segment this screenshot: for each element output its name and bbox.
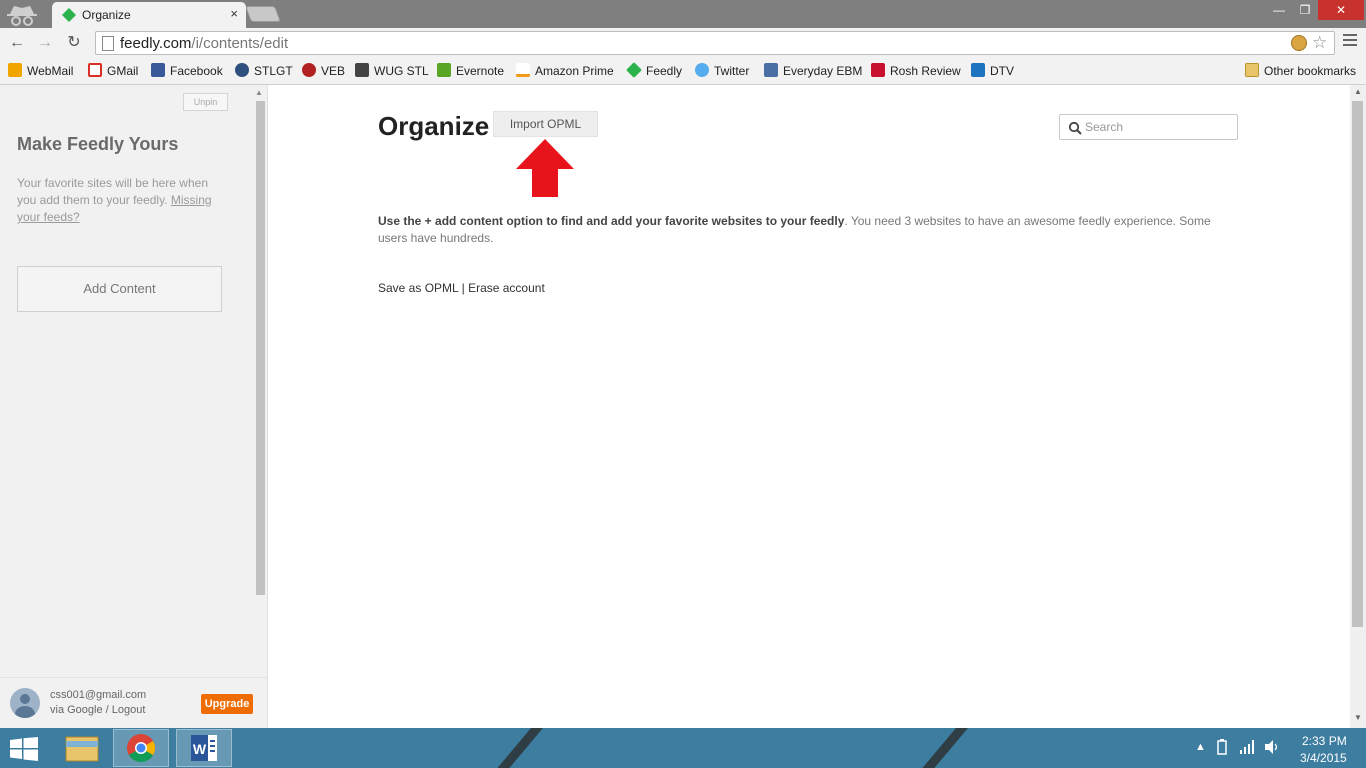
chrome-icon	[127, 734, 155, 762]
page-icon	[102, 36, 114, 51]
bookmark-star-icon[interactable]: ☆	[1312, 33, 1327, 53]
main-scrollbar[interactable]: ▲ ▼	[1350, 85, 1366, 728]
forward-arrow-icon[interactable]: →	[35, 33, 55, 53]
unpin-button[interactable]: Unpin	[183, 93, 228, 111]
dtv-icon	[971, 63, 985, 77]
volume-icon[interactable]	[1265, 740, 1281, 757]
evernote-icon	[437, 63, 451, 77]
twitter-icon	[695, 63, 709, 77]
sidebar-scroll-up-icon[interactable]: ▲	[255, 88, 263, 97]
tray-overflow-icon[interactable]: ▲	[1195, 741, 1206, 753]
search-box[interactable]	[1059, 114, 1238, 140]
url-text[interactable]: feedly.com/i/contents/edit	[120, 35, 288, 52]
maximize-button[interactable]: ❐	[1292, 0, 1318, 20]
sidebar-description: Your favorite sites will be here when yo…	[17, 175, 227, 226]
bookmark-everyday-ebm[interactable]: Everyday EBM	[764, 63, 862, 79]
upgrade-button[interactable]: Upgrade	[201, 694, 253, 714]
bookmark-stlgt[interactable]: STLGT	[235, 63, 293, 79]
extension-icon[interactable]	[1291, 35, 1307, 51]
feedly-favicon-icon	[62, 8, 76, 22]
info-message-bold: Use the + add content option to find and…	[378, 214, 845, 228]
stlgt-icon	[235, 63, 249, 77]
feedly-icon	[626, 62, 642, 78]
wallpaper-stripe	[905, 728, 977, 768]
chrome-taskbar-button[interactable]	[113, 729, 169, 767]
amazon-icon	[516, 63, 530, 77]
close-window-button[interactable]: ✕	[1318, 0, 1364, 20]
other-bookmarks[interactable]: Other bookmarks	[1245, 63, 1356, 79]
scroll-up-icon[interactable]: ▲	[1354, 87, 1362, 96]
reload-icon[interactable]: ↻	[64, 33, 84, 53]
windows-taskbar: W ▲ 2:33 PM 3/4/2015	[0, 728, 1366, 768]
tab-close-icon[interactable]: ×	[230, 6, 238, 21]
scroll-thumb[interactable]	[1352, 101, 1363, 627]
back-arrow-icon[interactable]: ←	[7, 33, 27, 53]
main-content: Organize Import OPML Use the + add conte…	[269, 85, 1350, 728]
new-tab-button[interactable]	[245, 6, 281, 22]
search-input[interactable]	[1085, 118, 1233, 136]
tab-organize[interactable]: Organize ×	[52, 2, 246, 28]
bookmark-webmail[interactable]: WebMail	[8, 63, 73, 79]
network-icon[interactable]	[1240, 740, 1256, 757]
account-footer: css001@gmail.com via Google / Logout Upg…	[0, 677, 268, 728]
veb-icon	[302, 63, 316, 77]
wallpaper-stripe	[480, 728, 552, 768]
browser-toolbar: ← → ↻ feedly.com/i/contents/edit ☆	[0, 28, 1366, 57]
chrome-menu-icon[interactable]	[1343, 34, 1357, 49]
erase-account-link[interactable]: Erase account	[468, 281, 545, 295]
avatar[interactable]	[10, 688, 40, 718]
address-bar[interactable]: feedly.com/i/contents/edit ☆	[95, 31, 1335, 55]
bookmark-dtv[interactable]: DTV	[971, 63, 1014, 79]
bookmark-rosh-review[interactable]: Rosh Review	[871, 63, 961, 79]
sidebar-scrollbar[interactable]	[256, 101, 265, 595]
clock-date[interactable]: 3/4/2015	[1300, 751, 1347, 765]
windows-start-icon[interactable]	[10, 737, 38, 761]
power-icon[interactable]	[1216, 739, 1230, 758]
url-host: feedly.com	[120, 35, 192, 52]
word-taskbar-button[interactable]: W	[176, 729, 232, 767]
browser-titlebar: Organize × — ❐ ✕	[0, 0, 1366, 28]
facebook-icon	[151, 63, 165, 77]
page-title: Organize	[378, 111, 490, 141]
tab-title: Organize	[82, 8, 131, 22]
account-actions: Save as OPML | Erase account	[378, 281, 545, 295]
incognito-icon	[7, 6, 37, 26]
bookmark-feedly[interactable]: Feedly	[626, 62, 682, 79]
clock-time[interactable]: 2:33 PM	[1302, 734, 1347, 748]
red-arrow-up-icon	[516, 139, 574, 197]
info-message: Use the + add content option to find and…	[378, 213, 1218, 247]
bookmark-twitter[interactable]: Twitter	[695, 63, 749, 79]
sidebar: Unpin ▲ Make Feedly Yours Your favorite …	[0, 85, 268, 728]
account-email: css001@gmail.com	[50, 689, 147, 701]
folder-icon	[1245, 63, 1259, 77]
save-as-opml-link[interactable]: Save as OPML	[378, 281, 458, 295]
word-icon: W	[191, 735, 217, 761]
webmail-icon	[8, 63, 22, 77]
add-content-button[interactable]: Add Content	[17, 266, 222, 312]
bookmarks-bar: WebMail GMail Facebook STLGT VEB WUG STL…	[0, 57, 1366, 85]
folder-icon	[65, 736, 99, 762]
ebm-icon	[764, 63, 778, 77]
bookmark-evernote[interactable]: Evernote	[437, 63, 504, 79]
scroll-down-icon[interactable]: ▼	[1354, 713, 1362, 722]
bookmark-veb[interactable]: VEB	[302, 63, 345, 79]
rosh-icon	[871, 63, 885, 77]
account-logout-link[interactable]: via Google / Logout	[50, 704, 145, 716]
minimize-button[interactable]: —	[1266, 0, 1292, 20]
wug-icon	[355, 63, 369, 77]
import-opml-button[interactable]: Import OPML	[493, 111, 598, 137]
bookmark-gmail[interactable]: GMail	[88, 63, 138, 79]
link-separator: |	[461, 281, 465, 295]
bookmark-wug-stl[interactable]: WUG STL	[355, 63, 429, 79]
file-explorer-taskbar-button[interactable]	[54, 729, 110, 767]
bookmark-facebook[interactable]: Facebook	[151, 63, 223, 79]
svg-text:W: W	[193, 741, 207, 757]
search-icon	[1068, 121, 1082, 135]
gmail-icon	[88, 63, 102, 77]
sidebar-title: Make Feedly Yours	[17, 134, 179, 154]
url-path: /i/contents/edit	[191, 35, 289, 52]
bookmark-amazon-prime[interactable]: Amazon Prime	[516, 63, 614, 79]
